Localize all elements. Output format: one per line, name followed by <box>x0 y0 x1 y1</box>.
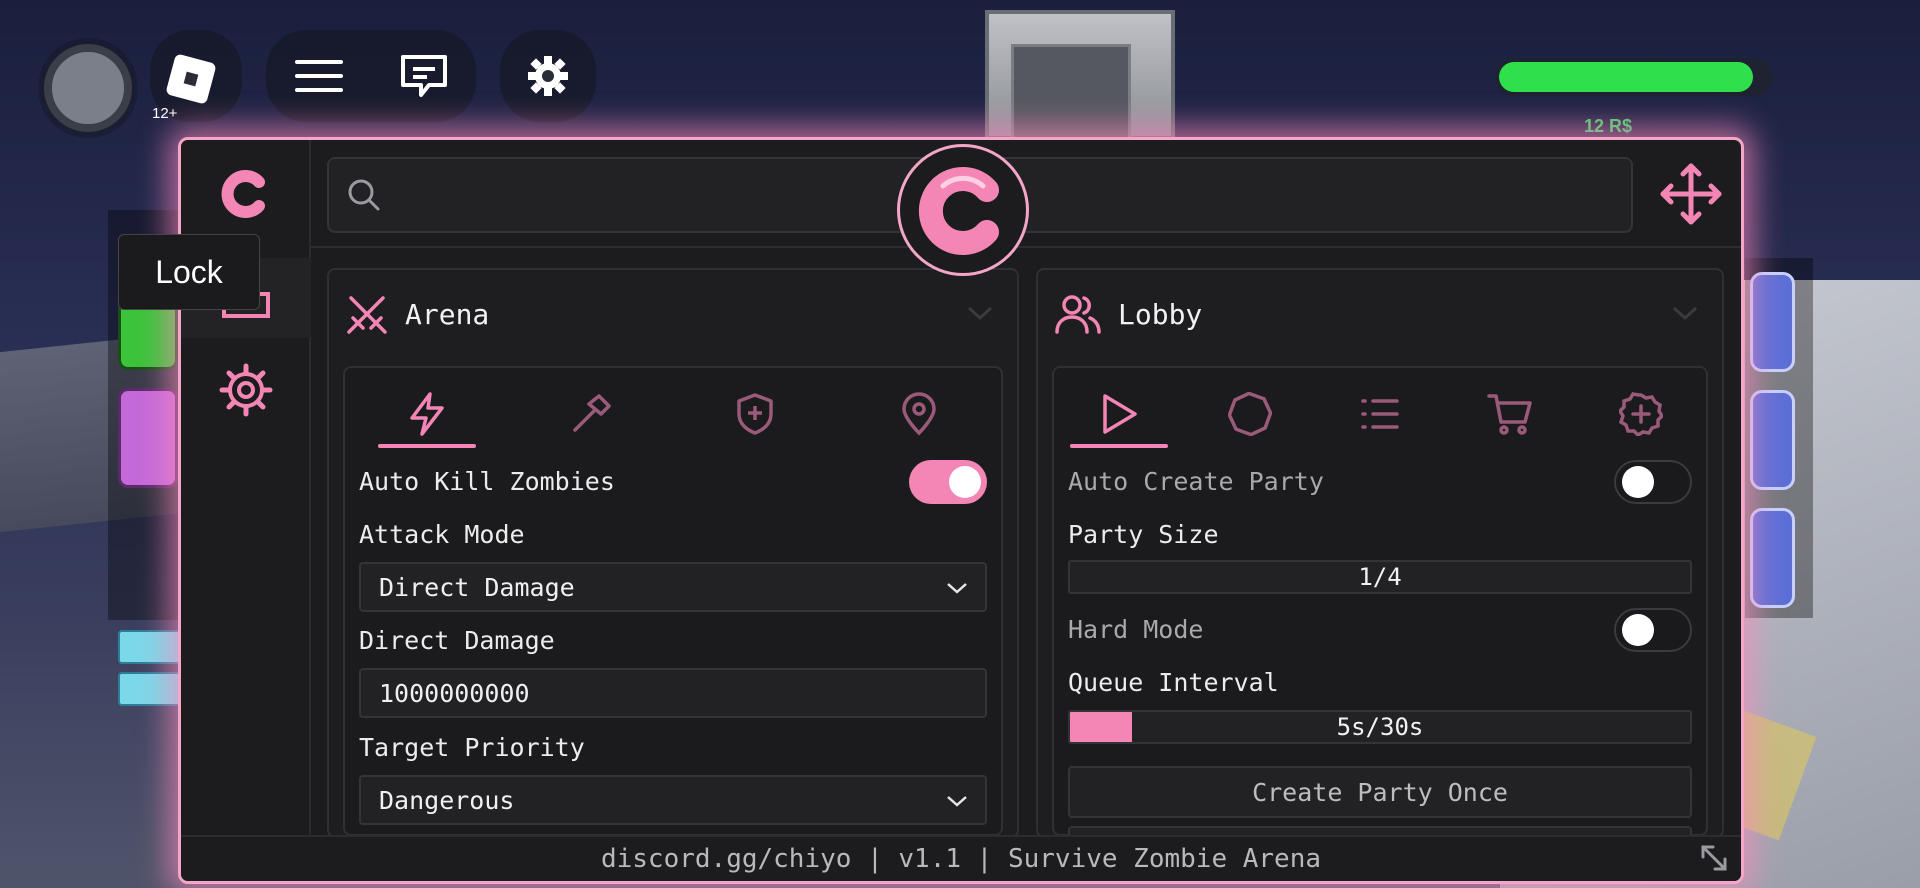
move-icon[interactable] <box>1659 162 1723 226</box>
chiyo-logo-icon <box>219 168 271 220</box>
arena-title: Arena <box>405 297 490 331</box>
arena-panel: Arena Auto Kill Zombies Attack Mode Dire… <box>327 268 1019 838</box>
attack-mode-value: Direct Damage <box>379 572 575 602</box>
tab-add[interactable] <box>1576 368 1706 460</box>
auto-create-label: Auto Create Party <box>1068 467 1324 496</box>
hamburger-icon[interactable] <box>266 58 371 94</box>
party-size-slider[interactable]: 1/4 <box>1068 560 1692 594</box>
search-icon <box>348 179 380 211</box>
target-priority-value: Dangerous <box>379 785 515 815</box>
tab-shop[interactable] <box>1445 368 1575 460</box>
queue-interval-slider[interactable]: 5s/30s <box>1068 710 1692 744</box>
auto-kill-row: Auto Kill Zombies <box>359 460 987 504</box>
list-icon <box>1361 399 1399 429</box>
tab-octagon[interactable] <box>1184 368 1314 460</box>
tab-play[interactable] <box>1054 368 1184 460</box>
sidebar-item-settings[interactable] <box>181 350 311 430</box>
health-bar <box>1495 58 1773 96</box>
plus-circle-icon <box>1618 392 1663 436</box>
lobby-header[interactable]: Lobby <box>1038 270 1722 358</box>
swords-icon <box>347 296 387 334</box>
game-right-card[interactable] <box>1750 272 1795 372</box>
chevron-down-icon <box>1672 306 1698 321</box>
direct-damage-input[interactable]: 1000000000 <box>359 668 987 718</box>
direct-damage-value: 1000000000 <box>379 678 530 708</box>
lobby-tabs <box>1054 368 1706 460</box>
resize-icon[interactable] <box>1697 841 1731 875</box>
arena-content: Auto Kill Zombies Attack Mode Direct Dam… <box>343 366 1003 836</box>
create-party-button[interactable]: Create Party Once <box>1068 766 1692 818</box>
hammer-icon <box>573 394 611 432</box>
auto-create-toggle[interactable] <box>1614 460 1692 504</box>
gear-icon <box>219 363 273 417</box>
party-size-label: Party Size <box>1068 520 1219 549</box>
party-size-row: Party Size 1/4 <box>1068 520 1692 594</box>
robux-balance: 12 R$ <box>1584 116 1633 136</box>
game-item-card[interactable] <box>118 300 178 370</box>
game-right-card[interactable] <box>1750 390 1795 490</box>
direct-damage-row: Direct Damage 1000000000 <box>359 626 987 718</box>
tab-defense[interactable] <box>673 368 837 460</box>
age-rating: 12+ <box>152 105 178 122</box>
target-priority-label: Target Priority <box>359 733 585 762</box>
joystick-button[interactable] <box>44 44 132 132</box>
arena-tabs <box>345 368 1001 460</box>
gear-icon <box>528 56 568 96</box>
target-priority-row: Target Priority Dangerous <box>359 733 987 825</box>
chevron-down-icon <box>947 796 967 807</box>
chiyo-center-logo-icon[interactable] <box>897 144 1029 276</box>
game-right-card[interactable] <box>1750 508 1795 608</box>
shield-plus-icon <box>737 393 773 435</box>
chevron-down-icon <box>967 306 993 321</box>
lock-tooltip: Lock <box>118 234 260 310</box>
auto-create-row: Auto Create Party <box>1068 460 1692 504</box>
chat-icon[interactable] <box>371 53 476 99</box>
lobby-title: Lobby <box>1118 297 1203 331</box>
tab-build[interactable] <box>509 368 673 460</box>
queue-interval-row: Queue Interval 5s/30s <box>1068 668 1692 744</box>
lobby-panel: Lobby Auto Create Party Party Size 1/4 H… <box>1036 268 1724 838</box>
footer: discord.gg/chiyo | v1.1 | Survive Zombie… <box>181 835 1741 881</box>
lightning-icon <box>410 392 444 436</box>
hard-mode-toggle[interactable] <box>1614 608 1692 652</box>
game-background-tower <box>985 10 1175 144</box>
octagon-icon <box>1227 392 1272 436</box>
arena-header[interactable]: Arena <box>329 270 1017 358</box>
tab-list[interactable] <box>1315 368 1445 460</box>
attack-mode-dropdown[interactable]: Direct Damage <box>359 562 987 612</box>
auto-kill-toggle[interactable] <box>909 460 987 504</box>
tab-teleport[interactable] <box>837 368 1001 460</box>
target-priority-dropdown[interactable]: Dangerous <box>359 775 987 825</box>
direct-damage-label: Direct Damage <box>359 626 555 655</box>
users-icon <box>1055 295 1101 334</box>
attack-mode-row: Attack Mode Direct Damage <box>359 520 987 612</box>
menu-chat-group <box>266 30 476 122</box>
chevron-down-icon <box>947 583 967 594</box>
hard-mode-label: Hard Mode <box>1068 615 1204 644</box>
cart-icon <box>1487 394 1533 435</box>
settings-button[interactable] <box>500 30 596 122</box>
play-icon <box>1103 394 1137 434</box>
party-size-value: 1/4 <box>1358 563 1402 591</box>
queue-interval-label: Queue Interval <box>1068 668 1279 697</box>
game-item-card[interactable] <box>118 388 178 488</box>
footer-text: discord.gg/chiyo | v1.1 | Survive Zombie… <box>600 844 1322 874</box>
health-fill <box>1499 62 1753 92</box>
lobby-content: Auto Create Party Party Size 1/4 Hard Mo… <box>1052 366 1708 836</box>
auto-kill-label: Auto Kill Zombies <box>359 467 615 496</box>
script-hub-window: Arena Auto Kill Zombies Attack Mode Dire… <box>178 137 1744 884</box>
queue-interval-value: 5s/30s <box>1336 713 1424 741</box>
attack-mode-label: Attack Mode <box>359 520 525 549</box>
hard-mode-row: Hard Mode <box>1068 608 1692 652</box>
tab-combat[interactable] <box>345 368 509 460</box>
map-pin-icon <box>902 392 936 436</box>
